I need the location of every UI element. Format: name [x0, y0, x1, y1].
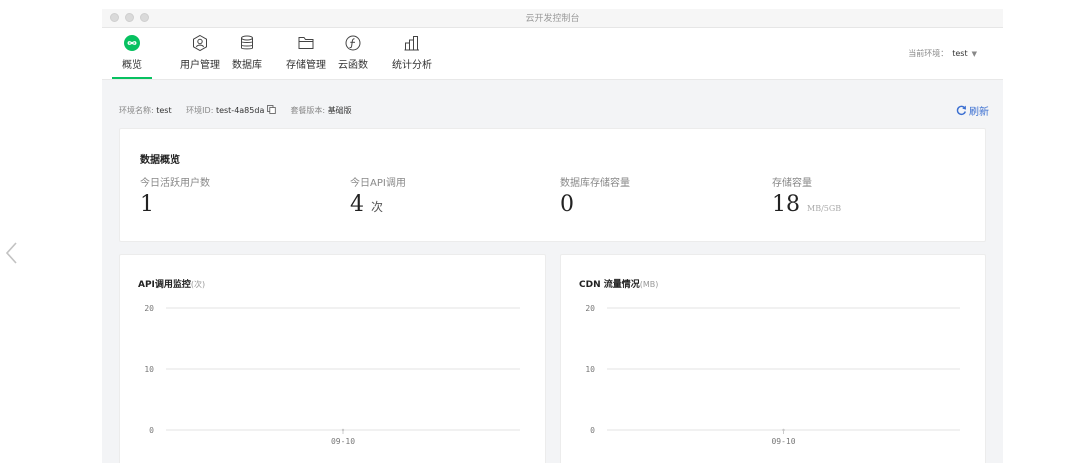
tab-database[interactable]: 数据库 [232, 28, 262, 79]
plan-label: 套餐版本: [290, 106, 326, 115]
stat-daily-active-users: 今日活跃用户数 1 [140, 174, 210, 216]
api-calls-chart-card: API调用监控(次) 0 10 20 09-10 [119, 254, 546, 463]
overview-infinity-icon [123, 34, 141, 52]
tab-storage-label: 存储管理 [286, 60, 326, 71]
stat-api-calls: 今日API调用 4 次 [350, 174, 406, 218]
data-overview-card: 数据概览 今日活跃用户数 1 今日API调用 4 次 数据库存储容量 0 存储容… [119, 128, 986, 242]
tab-cloud-functions[interactable]: 云函数 [338, 28, 368, 79]
back-chevron-icon[interactable] [4, 240, 20, 266]
tab-database-label: 数据库 [232, 60, 262, 71]
window-title: 云开发控制台 [525, 14, 580, 24]
stat-label: 今日活跃用户数 [140, 178, 210, 189]
y-tick-label: 10 [144, 365, 154, 374]
stat-value: 18 MB/5GB [772, 192, 842, 217]
y-tick-label: 10 [585, 365, 595, 374]
tab-cloud-functions-label: 云函数 [338, 60, 368, 71]
stat-storage-capacity: 存储容量 18 MB/5GB [772, 174, 841, 220]
y-tick-label: 20 [144, 304, 154, 313]
statistics-icon [403, 34, 421, 52]
tab-overview-label: 概览 [122, 60, 142, 71]
console-window: 云开发控制台 概览 用户管理 数据库 存储管理 云函数 统计分析 当前环境： t… [102, 9, 1003, 463]
x-tick-label: 09-10 [331, 437, 355, 446]
current-env-label: 当前环境： [908, 49, 949, 58]
tab-statistics[interactable]: 统计分析 [392, 28, 432, 79]
environment-selector[interactable]: 当前环境： test ▼ [908, 48, 977, 59]
y-tick-label: 0 [590, 426, 595, 435]
refresh-icon [956, 105, 966, 116]
data-point [341, 428, 345, 432]
user-management-icon [191, 34, 209, 52]
tab-user-management-label: 用户管理 [180, 60, 220, 71]
stat-label: 存储容量 [772, 178, 812, 189]
tab-overview[interactable]: 概览 [112, 28, 152, 79]
tab-user-management[interactable]: 用户管理 [180, 28, 220, 79]
env-name-label: 环境名称: [119, 106, 154, 115]
x-tick-label: 09-10 [771, 437, 795, 446]
cdn-traffic-line-chart: 0 10 20 09-10 [585, 304, 960, 446]
env-id-label: 环境ID: [186, 106, 214, 115]
titlebar: 云开发控制台 [102, 9, 1003, 28]
refresh-label: 刷新 [969, 107, 989, 118]
cdn-traffic-chart-card: CDN 流量情况(MB) 0 10 20 09-10 [560, 254, 986, 463]
stat-unit: MB/5GB [807, 204, 842, 213]
refresh-button[interactable]: 刷新 [956, 103, 989, 118]
data-point [782, 428, 785, 432]
current-env-value: test [952, 49, 968, 58]
stat-value: 1 [140, 192, 154, 217]
stat-label: 今日API调用 [350, 178, 406, 189]
data-overview-title: 数据概览 [140, 155, 180, 166]
api-calls-line-chart: 0 10 20 09-10 [144, 304, 520, 446]
tab-statistics-label: 统计分析 [392, 60, 432, 71]
stat-value: 4 次 [350, 192, 384, 217]
cloud-function-icon [344, 34, 362, 52]
stat-label: 数据库存储容量 [560, 178, 630, 189]
y-tick-label: 20 [585, 304, 595, 313]
folder-icon [297, 34, 315, 52]
stat-unit: 次 [371, 200, 384, 214]
copy-icon[interactable] [266, 105, 276, 114]
environment-info: 环境名称: test 环境ID: test-4a85da 套餐版本: 基础版 刷… [119, 105, 989, 119]
plan-value: 基础版 [327, 106, 352, 115]
env-name-value: test [156, 106, 172, 115]
caret-down-icon: ▼ [971, 49, 977, 58]
top-navigation: 概览 用户管理 数据库 存储管理 云函数 统计分析 当前环境： test ▼ [102, 28, 1003, 80]
y-tick-label: 0 [149, 426, 154, 435]
env-id-value: test-4a85da [215, 106, 265, 115]
stat-database-storage: 数据库存储容量 0 [560, 174, 630, 216]
stat-value: 0 [560, 192, 574, 217]
tab-storage[interactable]: 存储管理 [286, 28, 326, 79]
database-icon [238, 34, 256, 52]
